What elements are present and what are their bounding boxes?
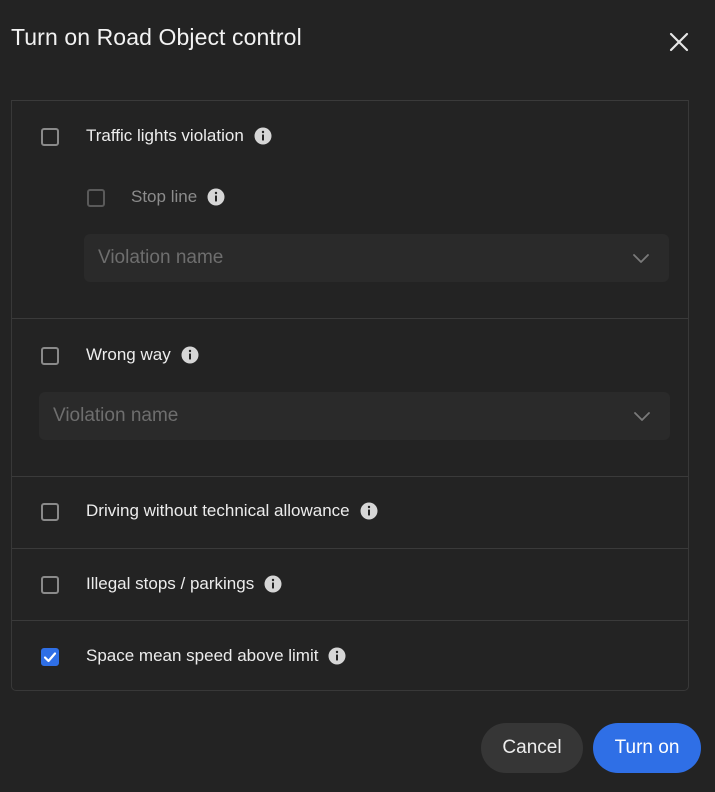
violation-name-placeholder: Violation name <box>98 247 224 268</box>
divider <box>12 620 688 621</box>
stop-line-checkbox[interactable] <box>87 189 105 207</box>
info-icon[interactable] <box>254 127 272 145</box>
driving-without-technical-allowance-row: Driving without technical allowance <box>86 501 378 521</box>
wrong-way-violation-name-select[interactable]: Violation name <box>39 392 670 440</box>
stop-line-label: Stop line <box>131 187 198 206</box>
wrong-way-row: Wrong way <box>86 345 199 365</box>
divider <box>12 476 688 477</box>
info-icon[interactable] <box>181 346 199 364</box>
info-icon[interactable] <box>328 647 346 665</box>
divider <box>12 318 688 319</box>
space-mean-speed-above-limit-label: Space mean speed above limit <box>86 646 319 665</box>
turn-on-button[interactable]: Turn on <box>593 723 701 773</box>
cancel-button[interactable]: Cancel <box>481 723 583 773</box>
traffic-lights-violation-checkbox[interactable] <box>41 128 59 146</box>
checkmark-icon <box>43 652 57 663</box>
illegal-stops-parkings-label: Illegal stops / parkings <box>86 574 255 593</box>
stop-line-row: Stop line <box>131 187 225 207</box>
traffic-lights-violation-label: Traffic lights violation <box>86 126 244 145</box>
divider <box>12 548 688 549</box>
dialog-title: Turn on Road Object control <box>11 24 302 50</box>
violation-name-placeholder: Violation name <box>53 405 179 426</box>
info-icon[interactable] <box>207 188 225 206</box>
close-icon <box>669 32 689 52</box>
turn-on-road-object-control-dialog: Turn on Road Object control Traffic ligh… <box>0 0 715 792</box>
chevron-down-icon <box>633 254 649 263</box>
driving-without-technical-allowance-label: Driving without technical allowance <box>86 501 350 520</box>
traffic-lights-violation-name-select[interactable]: Violation name <box>84 234 669 282</box>
wrong-way-checkbox[interactable] <box>41 347 59 365</box>
traffic-lights-violation-row: Traffic lights violation <box>86 126 272 146</box>
close-button[interactable] <box>664 27 694 57</box>
space-mean-speed-above-limit-checkbox[interactable] <box>41 648 59 666</box>
info-icon[interactable] <box>360 502 378 520</box>
options-panel: Traffic lights violation Stop line Viola… <box>11 100 689 691</box>
driving-without-technical-allowance-checkbox[interactable] <box>41 503 59 521</box>
space-mean-speed-above-limit-row: Space mean speed above limit <box>86 646 346 666</box>
illegal-stops-parkings-checkbox[interactable] <box>41 576 59 594</box>
illegal-stops-parkings-row: Illegal stops / parkings <box>86 574 282 594</box>
chevron-down-icon <box>634 412 650 421</box>
info-icon[interactable] <box>264 575 282 593</box>
wrong-way-label: Wrong way <box>86 345 171 364</box>
